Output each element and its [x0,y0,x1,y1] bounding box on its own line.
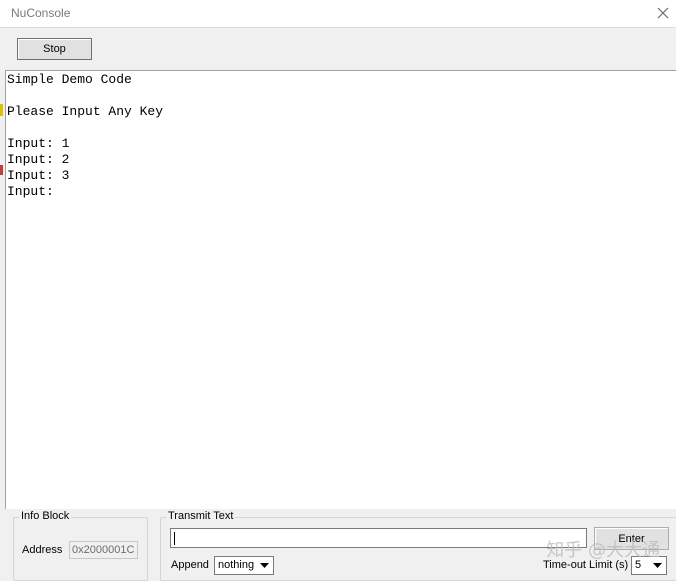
timeout-label: Time-out Limit (s) [543,559,629,571]
timeout-select[interactable]: 5 [631,556,667,575]
info-block-title: Info Block [19,510,72,522]
bottom-panel: Info Block Address 0x2000001C Transmit T… [0,509,676,581]
text-caret [174,532,175,545]
gutter-marker [0,104,3,116]
address-field: 0x2000001C [69,541,138,559]
console-line: Simple Demo Code [7,72,132,87]
console-line: Input: 1 [7,136,70,151]
stop-button[interactable]: Stop [17,38,92,60]
append-label: Append [171,559,209,571]
transmit-text-group: Transmit Text Enter Append nothing Time-… [160,510,676,581]
address-label: Address [22,544,63,556]
chevron-down-icon [650,558,665,573]
toolbar: Stop [0,29,676,70]
console-line: Input: [7,184,54,199]
transmit-text-title: Transmit Text [166,510,236,522]
console-output[interactable]: Simple Demo Code Please Input Any Key In… [5,70,676,509]
window-title: NuConsole [11,6,71,20]
timeout-select-value: 5 [635,559,642,571]
console-text: Simple Demo Code Please Input Any Key In… [7,72,163,200]
console-line: Please Input Any Key [7,104,164,119]
enter-button[interactable]: Enter [594,527,669,550]
console-line: Input: 3 [7,168,70,183]
chevron-down-icon [257,558,272,573]
gutter-marker [0,165,3,175]
close-icon [657,7,669,19]
title-bar: NuConsole [0,0,676,28]
append-select-value: nothing [218,559,255,571]
transmit-input[interactable] [170,528,587,548]
append-select[interactable]: nothing [214,556,274,575]
close-button[interactable] [652,2,674,24]
info-block-group: Info Block Address 0x2000001C [13,510,148,581]
console-line: Input: 2 [7,152,70,167]
